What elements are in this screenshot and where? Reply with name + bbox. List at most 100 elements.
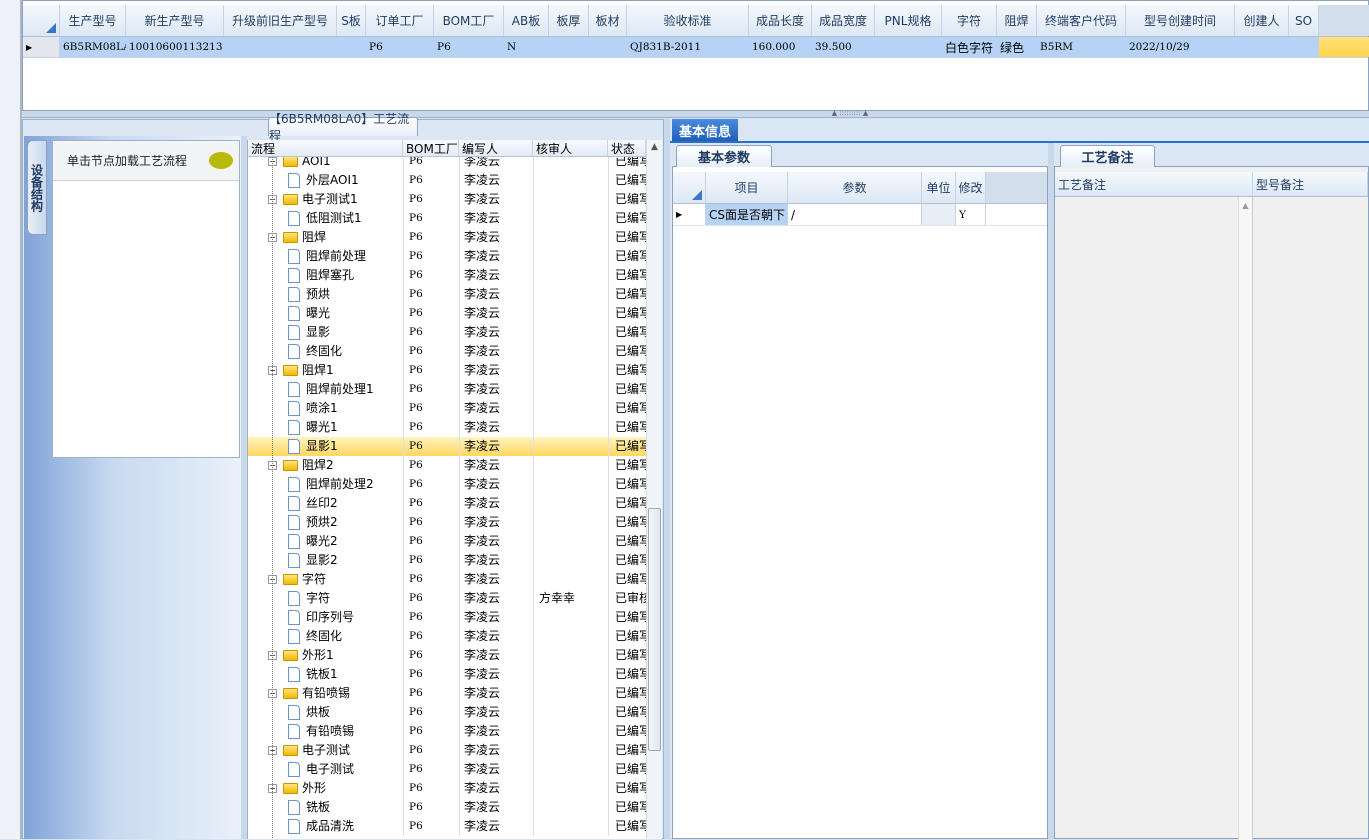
column-header[interactable]: AB板: [504, 5, 549, 36]
flow-node[interactable]: − 外形: [268, 779, 403, 798]
grid-cell[interactable]: [1289, 37, 1319, 57]
flow-node[interactable]: 铣板1: [288, 665, 403, 684]
flow-tree-row[interactable]: 显影 P6 李凌云 已编写: [248, 323, 646, 342]
side-tab-equipment[interactable]: 设备结构: [27, 140, 47, 235]
flow-tree-row[interactable]: −有铅喷锡 P6 李凌云 已编写: [248, 684, 646, 703]
flow-tree-row[interactable]: −阻焊 P6 李凌云 已编写: [248, 228, 646, 247]
grid-cell[interactable]: P6: [366, 37, 434, 57]
flow-node[interactable]: 显影: [288, 323, 403, 342]
flow-node[interactable]: 喷涂1: [288, 399, 403, 418]
column-header[interactable]: 阻焊: [997, 5, 1037, 36]
flow-column-header[interactable]: 状态: [608, 140, 646, 156]
grid-cell[interactable]: [875, 37, 942, 57]
column-header[interactable]: 字符: [942, 5, 997, 36]
column-header[interactable]: 创建人: [1235, 5, 1289, 36]
flow-tree-row[interactable]: 阻焊前处理2 P6 李凌云 已编写: [248, 475, 646, 494]
grid-cell[interactable]: P6: [434, 37, 504, 57]
flow-tree-row[interactable]: 显影2 P6 李凌云 已编写: [248, 551, 646, 570]
flow-tree-row[interactable]: −阻焊1 P6 李凌云 已编写: [248, 361, 646, 380]
flow-node[interactable]: 成品清洗: [288, 817, 403, 836]
flow-tree-row[interactable]: 有铅喷锡 P6 李凌云 已编写: [248, 722, 646, 741]
flow-tree-row[interactable]: −阻焊2 P6 李凌云 已编写: [248, 456, 646, 475]
flow-tree-row[interactable]: 预烘 P6 李凌云 已编写: [248, 285, 646, 304]
params-column-header[interactable]: 参数: [788, 172, 922, 203]
flow-column-header[interactable]: BOM工厂: [403, 140, 459, 156]
params-column-header[interactable]: 项目: [706, 172, 788, 203]
flow-tree-row[interactable]: 终固化 P6 李凌云 已编写: [248, 342, 646, 361]
column-header[interactable]: 成品长度: [749, 5, 812, 36]
column-header[interactable]: S板: [337, 5, 366, 36]
flow-tree-row[interactable]: 阻焊塞孔 P6 李凌云 已编写: [248, 266, 646, 285]
flow-node[interactable]: 电子测试: [288, 760, 403, 779]
flow-node[interactable]: − 字符: [268, 570, 403, 589]
column-header[interactable]: 订单工厂: [366, 5, 434, 36]
grid-cell[interactable]: N: [504, 37, 549, 57]
flow-node[interactable]: 铣板: [288, 798, 403, 817]
params-row[interactable]: ▶ CS面是否朝下 / Y: [673, 204, 1047, 226]
flow-node[interactable]: 显影2: [288, 551, 403, 570]
flow-tree-row[interactable]: 低阻测试1 P6 李凌云 已编写: [248, 209, 646, 228]
column-header[interactable]: 终端客户代码: [1037, 5, 1126, 36]
flow-tree-row[interactable]: 曝光2 P6 李凌云 已编写: [248, 532, 646, 551]
flow-node[interactable]: 外层AOI1: [288, 171, 403, 190]
flow-node[interactable]: − 阻焊2: [268, 456, 403, 475]
flow-node[interactable]: 显影1: [288, 437, 403, 456]
flow-tree-row[interactable]: 预烘2 P6 李凌云 已编写: [248, 513, 646, 532]
params-column-header[interactable]: 修改: [956, 172, 986, 203]
flow-node[interactable]: 预烘: [288, 285, 403, 304]
flow-node[interactable]: − 电子测试: [268, 741, 403, 760]
grid-cell[interactable]: [224, 37, 337, 57]
params-column-header[interactable]: 单位: [922, 172, 956, 203]
flow-node[interactable]: 有铅喷锡: [288, 722, 403, 741]
flow-node[interactable]: 曝光2: [288, 532, 403, 551]
tab-basic-params[interactable]: 基本参数: [676, 145, 772, 167]
grid-cell[interactable]: QJ831B-2011: [627, 37, 749, 57]
column-header[interactable]: PNL规格: [875, 5, 942, 36]
flow-tree-row[interactable]: −外形1 P6 李凌云 已编写: [248, 646, 646, 665]
grid-cell[interactable]: [1235, 37, 1289, 57]
flow-tree-row[interactable]: 外层AOI1 P6 李凌云 已编写: [248, 171, 646, 190]
column-header[interactable]: 生产型号: [60, 5, 126, 36]
flow-tree-row[interactable]: 烘板 P6 李凌云 已编写: [248, 703, 646, 722]
flow-tree-row[interactable]: 电子测试 P6 李凌云 已编写: [248, 760, 646, 779]
flow-tree-row[interactable]: 曝光1 P6 李凌云 已编写: [248, 418, 646, 437]
tab-process-notes[interactable]: 工艺备注: [1060, 145, 1155, 167]
grid-cell[interactable]: 10010600113213: [126, 37, 224, 57]
notes-scrollbar[interactable]: ▲: [1238, 197, 1253, 840]
flow-tree-row[interactable]: 字符 P6 李凌云 方幸幸 已审核: [248, 589, 646, 608]
flow-node[interactable]: − 阻焊: [268, 228, 403, 247]
flow-node[interactable]: − 外形1: [268, 646, 403, 665]
flow-column-header[interactable]: 流程: [248, 140, 403, 156]
grid-cell[interactable]: B5RM: [1037, 37, 1126, 57]
model-grid-row[interactable]: ▶6B5RM08LA010010600113213P6P6NQJ831B-201…: [23, 37, 1369, 58]
flow-tree-row[interactable]: 显影1 P6 李凌云 已编写: [248, 437, 646, 456]
flow-node[interactable]: 烘板: [288, 703, 403, 722]
tab-basic-info[interactable]: 基本信息: [672, 119, 738, 141]
grid-cell[interactable]: 39.500: [812, 37, 875, 57]
grid-cell[interactable]: [589, 37, 627, 57]
flow-tree-row[interactable]: 印序列号 P6 李凌云 已编写: [248, 608, 646, 627]
flow-tree-row[interactable]: −电子测试1 P6 李凌云 已编写: [248, 190, 646, 209]
grid-cell[interactable]: 白色字符: [942, 37, 997, 57]
grid-cell[interactable]: 绿色: [997, 37, 1037, 57]
column-header[interactable]: 成品宽度: [812, 5, 875, 36]
flow-node[interactable]: 字符: [288, 589, 403, 608]
flow-node[interactable]: 低阻测试1: [288, 209, 403, 228]
params-cell[interactable]: CS面是否朝下: [706, 204, 788, 225]
flow-tree-row[interactable]: 阻焊前处理1 P6 李凌云 已编写: [248, 380, 646, 399]
column-header[interactable]: 验收标准: [627, 5, 749, 36]
flow-node[interactable]: − 阻焊1: [268, 361, 403, 380]
flow-node[interactable]: 丝印2: [288, 494, 403, 513]
flow-tree-row[interactable]: −字符 P6 李凌云 已编写: [248, 570, 646, 589]
grid-cell[interactable]: [549, 37, 589, 57]
flow-column-header[interactable]: 核审人: [533, 140, 608, 156]
flow-tree-row[interactable]: 喷涂1 P6 李凌云 已编写: [248, 399, 646, 418]
column-header[interactable]: SO: [1289, 5, 1319, 36]
grid-cell[interactable]: [337, 37, 366, 57]
grid-cell[interactable]: 160.000: [749, 37, 812, 57]
column-header[interactable]: 升级前旧生产型号: [224, 5, 337, 36]
horizontal-splitter[interactable]: ▲ ::::::::: ▲: [22, 110, 1369, 118]
flow-node[interactable]: 阻焊塞孔: [288, 266, 403, 285]
flow-tree-row[interactable]: 曝光 P6 李凌云 已编写: [248, 304, 646, 323]
flow-node[interactable]: 预烘2: [288, 513, 403, 532]
